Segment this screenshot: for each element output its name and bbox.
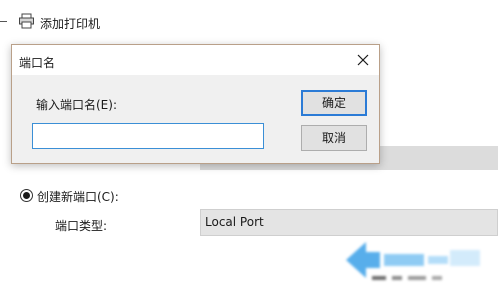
create-new-port-label[interactable]: 创建新端口(C): [37,188,119,205]
dialog-titlebar[interactable]: 端口名 [12,45,379,75]
close-icon [357,54,369,66]
port-type-label: 端口类型: [55,219,108,233]
port-type-value: Local Port [205,215,264,229]
dialog-title: 端口名 [19,56,56,70]
cancel-button[interactable]: 取消 [301,125,367,151]
port-name-input[interactable] [32,123,264,149]
close-button[interactable] [352,49,374,71]
add-printer-link[interactable]: 添加打印机 [40,15,100,32]
background-divider [0,21,7,22]
port-name-label: 输入端口名(E): [36,98,117,112]
create-new-port-radio[interactable] [20,189,33,202]
ok-button[interactable]: 确定 [301,90,367,116]
port-name-dialog: 端口名 输入端口名(E): 确定 取消 [11,44,380,164]
watermark-logo [346,242,480,280]
printer-icon [19,13,34,29]
